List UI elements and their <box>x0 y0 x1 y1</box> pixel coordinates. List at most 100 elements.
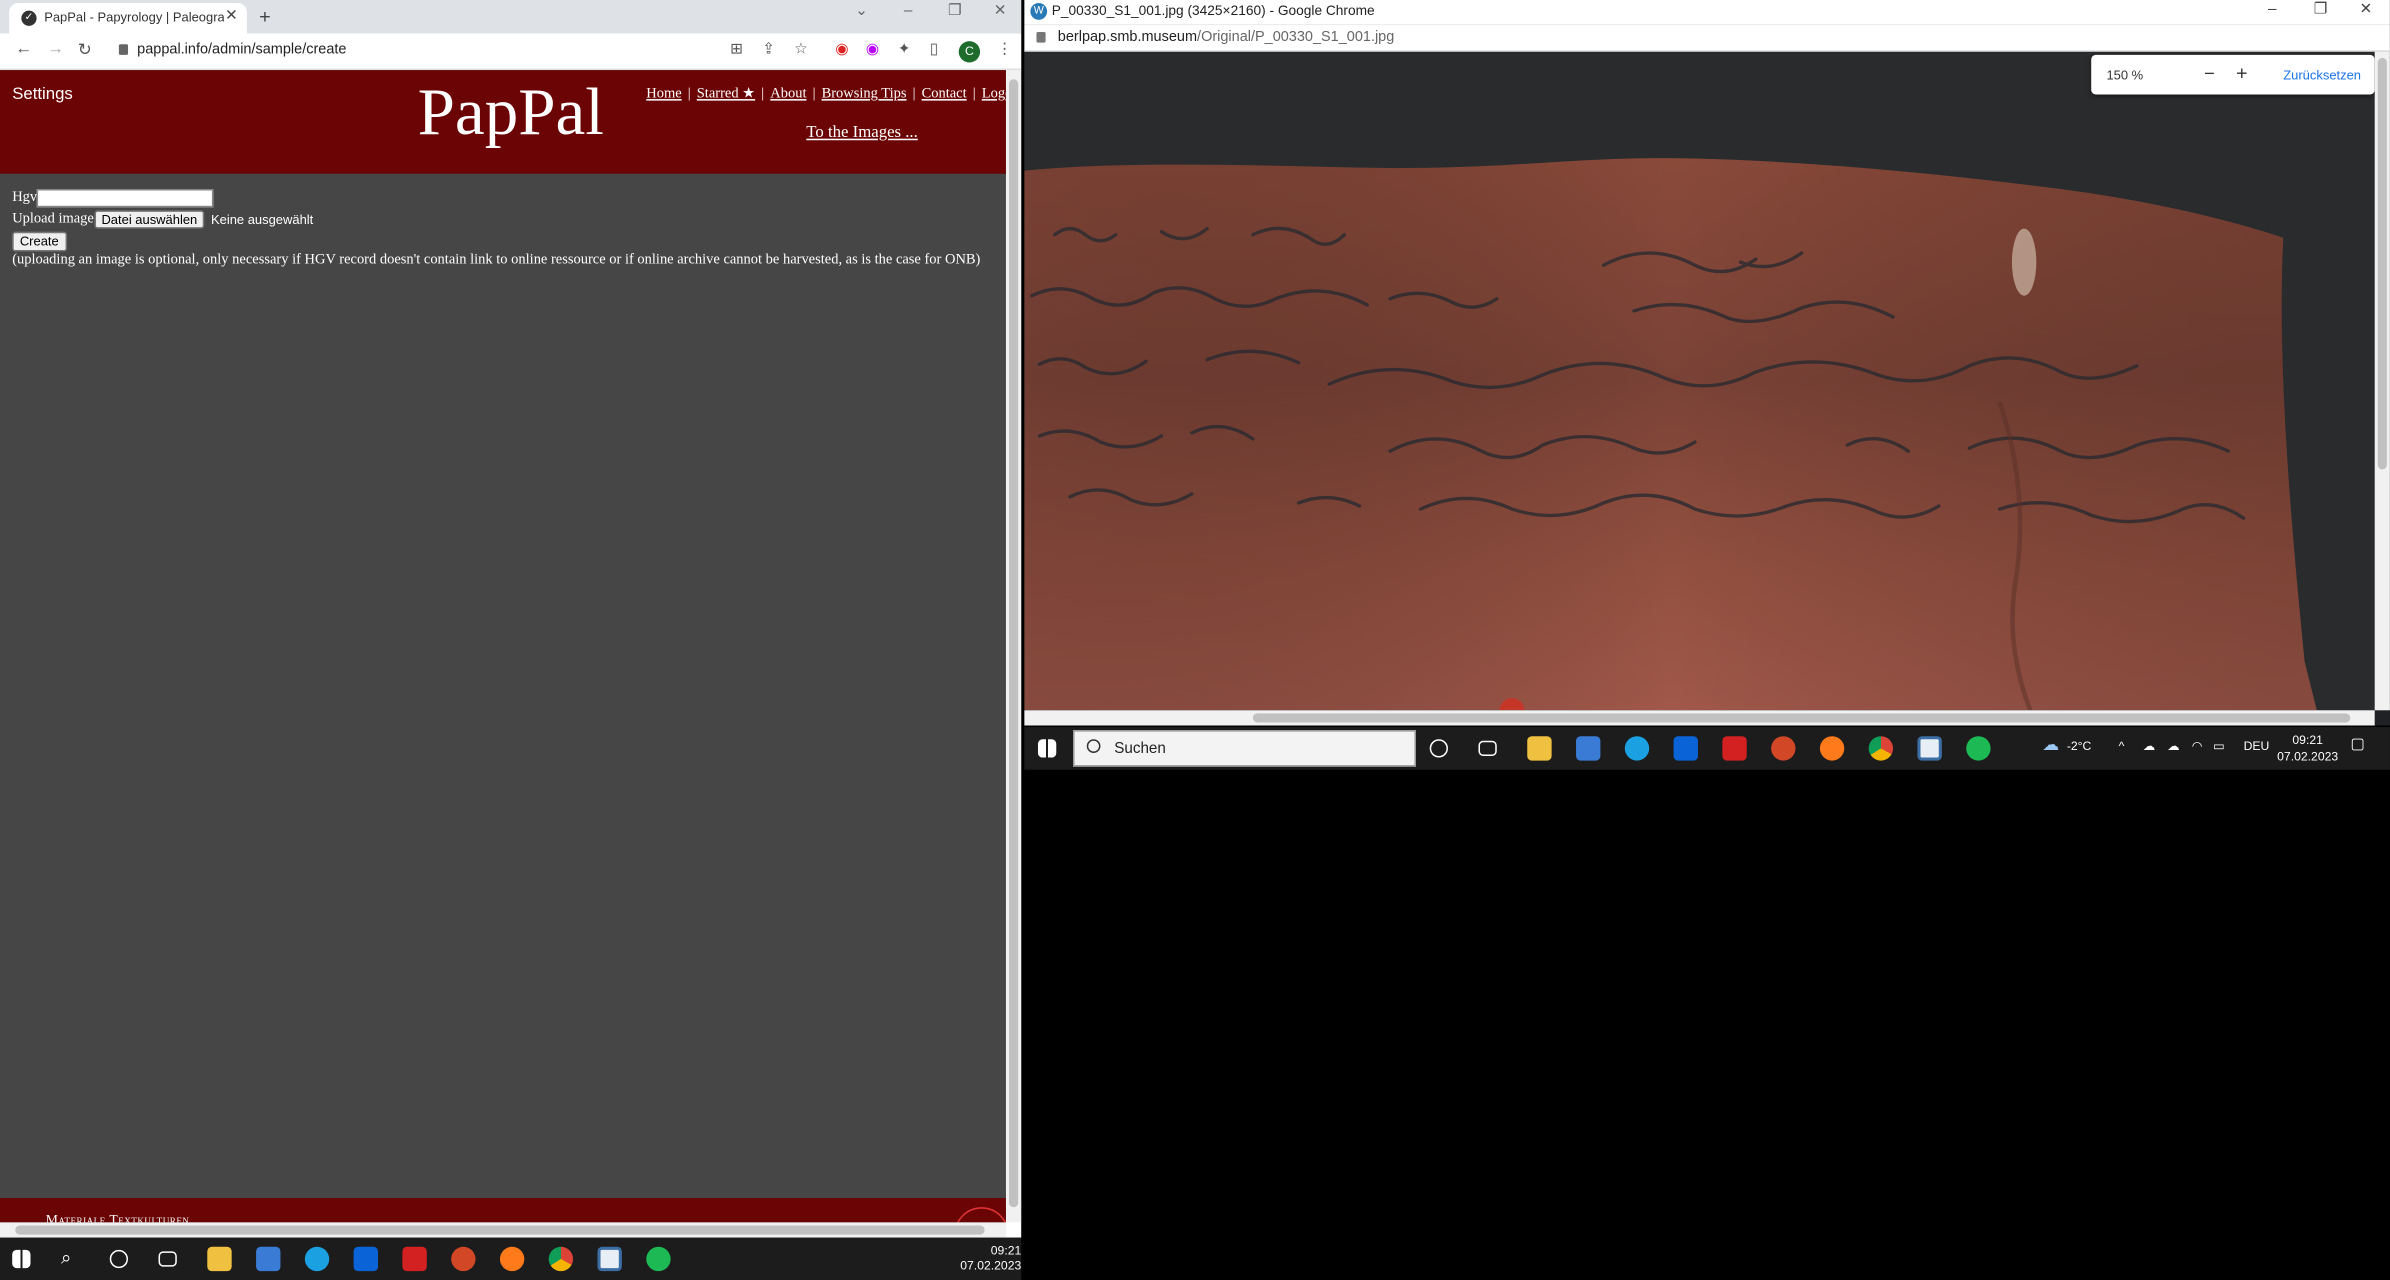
to-images-link[interactable]: To the Images ... <box>806 123 918 141</box>
nav-logout[interactable]: Logout <box>982 87 1006 102</box>
close-window-button[interactable]: ✕ <box>994 3 1007 20</box>
zoom-reset-button[interactable]: Zurücksetzen <box>2283 67 2361 82</box>
side-panel-icon[interactable]: ▯ <box>930 41 938 58</box>
right-clock-time: 09:21 <box>2292 733 2323 747</box>
tray-overflow-icon[interactable]: ^ <box>2119 739 2125 753</box>
right-windows-start-icon[interactable] <box>1037 739 1057 758</box>
taskbar-search-text: Suchen <box>1114 740 1166 758</box>
nav-home[interactable]: Home <box>646 87 681 102</box>
minimize-button[interactable]: – <box>904 3 912 20</box>
right-app-window-icon[interactable] <box>1917 736 1942 761</box>
new-tab-button[interactable]: + <box>259 5 271 28</box>
right-spotify-icon[interactable] <box>1966 736 1991 761</box>
file-explorer-icon[interactable] <box>207 1246 232 1272</box>
right-edge-icon[interactable] <box>1624 736 1650 761</box>
restore-button[interactable]: ❐ <box>948 3 962 20</box>
create-button[interactable]: Create <box>12 230 67 251</box>
top-nav: Home | Starred ★ | About | Browsing Tips | Conta… <box>646 85 1006 102</box>
site-logo[interactable]: PapPal <box>418 73 604 151</box>
weather-cloud-icon[interactable]: ☁ <box>2042 735 2059 754</box>
hgv-input[interactable] <box>37 189 214 208</box>
pappal-page: Settings PapPal Home | Starred ★ | About | Bro… <box>0 70 1006 1223</box>
search-icon[interactable]: ⌕ <box>61 1247 85 1271</box>
reload-icon[interactable]: ↻ <box>78 40 92 59</box>
right-close-button[interactable]: ✕ <box>2359 2 2372 19</box>
right-url-path: /Original/P_00330_S1_001.jpg <box>1197 28 1395 46</box>
right-vertical-scrollbar[interactable] <box>2374 51 2390 711</box>
choose-file-button[interactable]: Datei auswählen <box>93 210 205 229</box>
right-minimize-button[interactable]: – <box>2268 2 2276 19</box>
tab-search-icon[interactable]: ⌄ <box>855 3 868 20</box>
horizontal-scrollbar[interactable] <box>0 1222 1006 1238</box>
right-taskbar: Suchen ☁ -2°C ^ ☁ ☁ ◠ ▭ DEU 09:21 07.02.… <box>1024 727 2390 770</box>
cortana-icon[interactable] <box>109 1249 129 1269</box>
right-horizontal-scroll-thumb[interactable] <box>1252 713 2351 723</box>
right-horizontal-scrollbar[interactable] <box>1024 710 2375 726</box>
notifications-icon[interactable]: ▢ <box>2350 736 2364 753</box>
spotify-icon[interactable] <box>646 1246 671 1272</box>
right-file-explorer-icon[interactable] <box>1527 736 1552 761</box>
vertical-scroll-thumb[interactable] <box>1009 79 1019 1208</box>
horizontal-scroll-thumb[interactable] <box>15 1225 985 1235</box>
tab-pappal[interactable]: ✓ PapPal - Papyrology | Paleograph ✕ <box>9 3 247 34</box>
zoom-out-button[interactable]: − <box>2204 62 2215 83</box>
right-task-view-icon[interactable] <box>1478 740 1497 757</box>
profile-avatar[interactable]: C <box>958 41 981 63</box>
right-store-icon[interactable] <box>1576 736 1601 761</box>
extensions-puzzle-icon[interactable]: ✦ <box>898 41 911 58</box>
back-icon[interactable]: ← <box>15 40 32 58</box>
right-acrobat-icon[interactable] <box>1722 736 1747 761</box>
windows-start-icon[interactable] <box>12 1249 31 1269</box>
extension-red-icon[interactable]: ◉ <box>835 41 848 58</box>
menu-icon[interactable]: ⋮ <box>997 41 1012 58</box>
chrome-icon[interactable] <box>548 1246 574 1272</box>
right-window-title: P_00330_S1_001.jpg (3425×2160) - Google … <box>1051 3 1375 19</box>
nav-about[interactable]: About <box>770 87 806 102</box>
language-indicator[interactable]: DEU <box>2244 739 2270 753</box>
tab-title: PapPal - Papyrology | Paleograph <box>44 9 225 25</box>
edge-icon[interactable] <box>304 1246 330 1272</box>
left-clock[interactable]: 09:21 07.02.2023 <box>960 1244 1021 1274</box>
share-icon[interactable]: ⇪ <box>762 41 775 58</box>
right-clock[interactable]: 09:21 07.02.2023 <box>2277 732 2338 766</box>
vertical-scrollbar[interactable] <box>1005 70 1022 1223</box>
forward-icon[interactable]: → <box>47 40 64 58</box>
onedrive-icon[interactable]: ☁ <box>2143 739 2155 753</box>
right-cortana-icon[interactable] <box>1429 739 1448 758</box>
nav-starred[interactable]: Starred ★ <box>697 87 755 102</box>
right-chrome-icon[interactable] <box>1868 736 1894 761</box>
right-firefox-icon[interactable] <box>1819 736 1845 761</box>
nav-browsing-tips[interactable]: Browsing Tips <box>822 87 907 102</box>
nav-contact[interactable]: Contact <box>922 87 967 102</box>
close-tab-icon[interactable]: ✕ <box>225 8 238 25</box>
weather-temp[interactable]: -2°C <box>2067 739 2092 753</box>
file-status: Keine ausgewählt <box>210 211 314 228</box>
acrobat-icon[interactable] <box>402 1246 427 1272</box>
zoom-control: 150 % − + Zurücksetzen <box>2091 54 2375 95</box>
translate-icon[interactable]: ⊞ <box>730 41 743 58</box>
app-window-icon[interactable] <box>597 1246 622 1272</box>
wifi-icon[interactable]: ◠ <box>2192 739 2203 753</box>
right-vertical-scroll-thumb[interactable] <box>2377 57 2387 470</box>
bookmark-star-icon[interactable]: ☆ <box>794 41 808 58</box>
store-icon[interactable] <box>256 1246 281 1272</box>
url-field[interactable]: pappal.info/admin/sample/create <box>118 41 346 58</box>
image-viewer[interactable]: 150 % − + Zurücksetzen <box>1024 51 2375 711</box>
right-restore-button[interactable]: ❐ <box>2314 2 2328 19</box>
extension-purple-icon[interactable]: ◉ <box>866 41 879 58</box>
right-powerpoint-icon[interactable] <box>1771 736 1796 761</box>
onedrive-business-icon[interactable]: ☁ <box>2167 739 2179 753</box>
taskbar-search-box[interactable]: Suchen <box>1073 730 1416 767</box>
task-view-icon[interactable] <box>158 1251 177 1267</box>
firefox-icon[interactable] <box>499 1246 525 1272</box>
zoom-in-button[interactable]: + <box>2236 61 2248 84</box>
settings-link[interactable]: Settings <box>12 85 73 103</box>
right-address-bar[interactable]: berlpap.smb.museum/Original/P_00330_S1_0… <box>1024 24 2390 52</box>
left-clock-date: 07.02.2023 <box>960 1258 1022 1273</box>
lock-icon <box>118 44 129 55</box>
tab-strip: ✓ PapPal - Papyrology | Paleograph ✕ + ⌄… <box>0 0 1022 34</box>
right-mail-icon[interactable] <box>1673 736 1698 761</box>
powerpoint-icon[interactable] <box>451 1246 476 1272</box>
mail-icon[interactable] <box>353 1246 379 1272</box>
battery-icon[interactable]: ▭ <box>2213 739 2225 753</box>
